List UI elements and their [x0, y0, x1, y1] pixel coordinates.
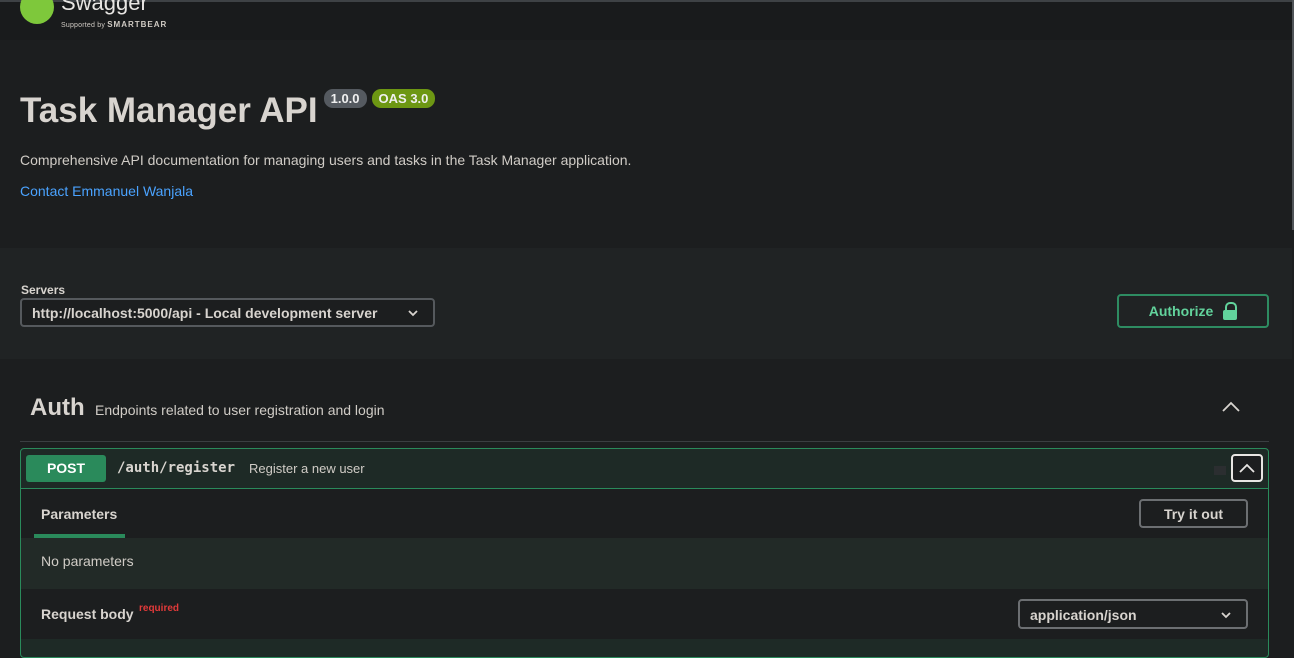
request-body-header: Request body required application/json [21, 589, 1268, 639]
oas-badge: OAS 3.0 [371, 89, 436, 108]
api-description: Comprehensive API documentation for mana… [20, 152, 632, 168]
tag-name: Auth [30, 394, 85, 421]
content-type-select[interactable]: application/json [1018, 599, 1248, 629]
content-type-value: application/json [1030, 607, 1137, 623]
scheme-container: Servers http://localhost:5000/api - Loca… [0, 248, 1292, 359]
tag-description: Endpoints related to user registration a… [95, 402, 385, 418]
logo-subtitle: Supported by SMARTBEAR [61, 20, 168, 29]
server-select-value: http://localhost:5000/api - Local develo… [32, 305, 378, 321]
lock-icon[interactable] [1214, 461, 1226, 475]
swagger-logo[interactable]: Swagger Supported by SMARTBEAR [20, 0, 166, 29]
logo-word: Swagger [61, 0, 148, 15]
try-it-out-button[interactable]: Try it out [1139, 499, 1248, 528]
parameters-header: Parameters Try it out [21, 489, 1268, 538]
tab-parameters[interactable]: Parameters [41, 506, 117, 522]
request-body-label: Request body [41, 606, 134, 622]
operation-path: /auth/register [117, 460, 236, 476]
chevron-down-icon [1220, 608, 1232, 624]
authorize-button[interactable]: Authorize [1117, 294, 1269, 328]
no-parameters-text: No parameters [41, 553, 134, 569]
tag-section-auth[interactable]: Auth Endpoints related to user registrat… [20, 378, 1269, 442]
top-bar: Swagger Supported by SMARTBEAR [0, 0, 1294, 40]
collapse-operation-button[interactable] [1231, 454, 1263, 482]
server-select[interactable]: http://localhost:5000/api - Local develo… [20, 298, 435, 327]
contact-link[interactable]: Contact Emmanuel Wanjala [20, 183, 193, 199]
operation-post-auth-register: POST /auth/register Register a new user … [20, 448, 1269, 658]
operation-summary[interactable]: POST /auth/register Register a new user [21, 449, 1268, 489]
parameters-body: No parameters [21, 538, 1268, 589]
servers-label: Servers [21, 283, 66, 297]
version-badge: 1.0.0 [323, 89, 367, 108]
page-title: Task Manager API [20, 91, 318, 130]
api-info: Task Manager API 1.0.0 OAS 3.0 Comprehen… [0, 40, 1292, 248]
required-marker: required [139, 603, 180, 614]
method-badge: POST [26, 455, 106, 482]
authorize-label: Authorize [1148, 303, 1214, 319]
unlock-icon [1223, 302, 1238, 320]
operation-description: Register a new user [249, 461, 365, 476]
chevron-up-icon[interactable] [1221, 400, 1241, 419]
swagger-logo-icon [20, 0, 54, 24]
chevron-down-icon [407, 306, 419, 322]
